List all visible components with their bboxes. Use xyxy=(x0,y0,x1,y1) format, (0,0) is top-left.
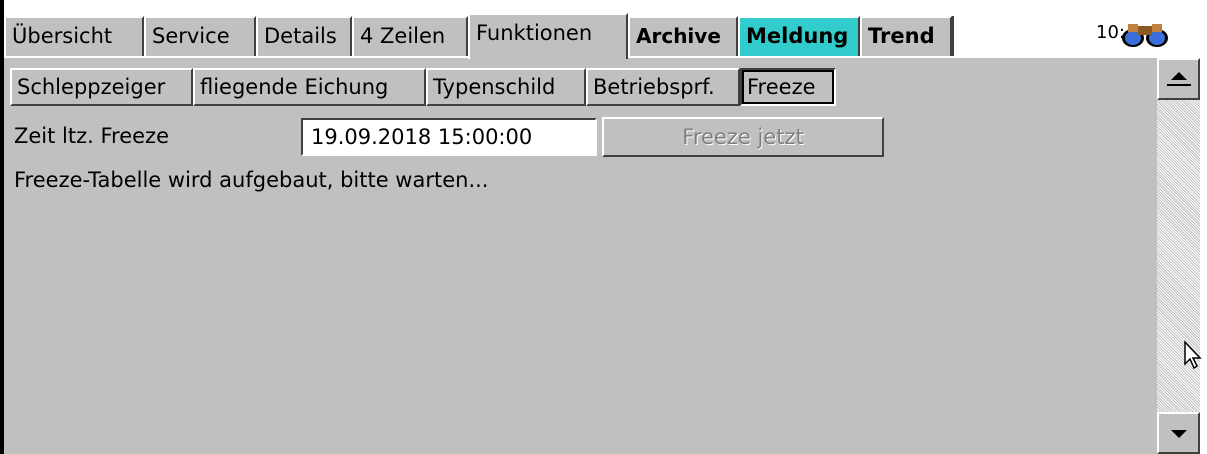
tab-service[interactable]: Service xyxy=(144,16,256,56)
tab-archive[interactable]: Archive xyxy=(628,16,738,56)
right-edge xyxy=(1200,58,1207,454)
freeze-now-button[interactable]: Freeze jetzt xyxy=(602,117,884,157)
tab-funktionen[interactable]: Funktionen xyxy=(468,13,628,59)
tab-bar: Übersicht Service Details 4 Zeilen Funkt… xyxy=(4,13,1207,59)
tab-meldung[interactable]: Meldung xyxy=(738,16,860,56)
betriebspruefung-button[interactable]: Betriebsprf. xyxy=(586,68,740,106)
arrow-up-bar xyxy=(1167,84,1191,86)
tab-details[interactable]: Details xyxy=(256,16,352,56)
fliegende-eichung-button[interactable]: fliegende Eichung xyxy=(193,68,426,106)
arrow-up-icon xyxy=(1171,72,1187,80)
freeze-button[interactable]: Freeze xyxy=(740,68,836,106)
mouse-pointer-icon xyxy=(1184,340,1202,370)
functions-panel: Schleppzeiger fliegende Eichung Typensch… xyxy=(4,58,1157,454)
status-text: Freeze-Tabelle wird aufgebaut, bitte war… xyxy=(14,168,489,192)
typenschild-button[interactable]: Typenschild xyxy=(426,68,586,106)
time-last-freeze-field[interactable]: 19.09.2018 15:00:00 xyxy=(301,118,597,156)
schleppzeiger-button[interactable]: Schleppzeiger xyxy=(10,68,193,106)
vertical-scrollbar[interactable] xyxy=(1157,58,1200,454)
tab-uebersicht[interactable]: Übersicht xyxy=(4,16,144,56)
time-last-freeze-label: Zeit ltz. Freeze xyxy=(14,124,169,148)
tab-trend[interactable]: Trend xyxy=(860,16,952,56)
tab-4-zeilen[interactable]: 4 Zeilen xyxy=(352,16,468,56)
arrow-down-icon xyxy=(1171,430,1187,438)
binoculars-icon[interactable] xyxy=(1120,22,1170,48)
scroll-up-button[interactable] xyxy=(1157,58,1200,100)
scroll-down-button[interactable] xyxy=(1157,412,1200,454)
tab-empty[interactable] xyxy=(952,16,960,56)
